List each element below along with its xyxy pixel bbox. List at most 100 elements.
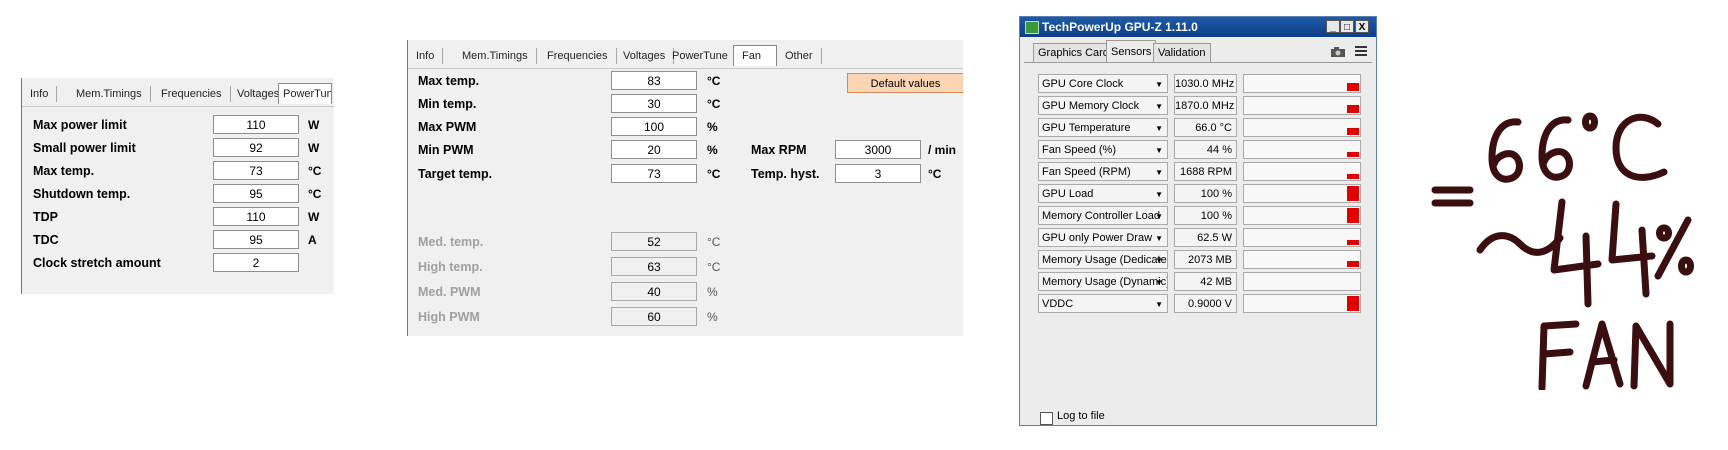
camera-icon[interactable] bbox=[1331, 46, 1345, 57]
clock-stretch-input[interactable]: 2 bbox=[213, 253, 299, 272]
tab-mem-timings[interactable]: Mem.Timings bbox=[68, 86, 151, 102]
tab-info[interactable]: Info bbox=[408, 48, 444, 64]
tab-mem-timings[interactable]: Mem.Timings bbox=[454, 48, 537, 64]
sensor-name-dropdown[interactable]: GPU Temperature ▼ bbox=[1038, 118, 1168, 137]
sensor-graph bbox=[1243, 140, 1361, 159]
tdp-input[interactable]: 110 bbox=[213, 207, 299, 226]
dropdown-arrow-icon: ▼ bbox=[1155, 234, 1163, 243]
sensor-value: 100 % bbox=[1174, 206, 1237, 225]
maximize-button[interactable]: □ bbox=[1340, 20, 1354, 33]
sensor-name-dropdown[interactable]: GPU Memory Clock ▼ bbox=[1038, 96, 1168, 115]
fan-max-temp-unit: °C bbox=[707, 74, 721, 88]
dropdown-arrow-icon: ▼ bbox=[1155, 190, 1163, 199]
sensor-graph-bar bbox=[1347, 128, 1359, 135]
sensor-value: 1870.0 MHz bbox=[1174, 96, 1237, 115]
sensor-value: 44 % bbox=[1174, 140, 1237, 159]
high-temp-label: High temp. bbox=[418, 260, 483, 274]
min-pwm-input[interactable]: 20 bbox=[611, 140, 697, 159]
target-temp-label: Target temp. bbox=[418, 167, 493, 181]
tab-frequencies[interactable]: Frequencies bbox=[153, 86, 231, 102]
temp-hyst-input[interactable]: 3 bbox=[835, 164, 921, 183]
sensor-graph-bar bbox=[1347, 261, 1359, 267]
tab-info[interactable]: Info bbox=[22, 86, 58, 102]
tab-sensors[interactable]: Sensors bbox=[1106, 40, 1157, 63]
tab-powertune[interactable]: PowerTune bbox=[664, 48, 737, 64]
fan-max-temp-input[interactable]: 83 bbox=[611, 71, 697, 90]
target-temp-input[interactable]: 73 bbox=[611, 164, 697, 183]
shutdown-temp-input[interactable]: 95 bbox=[213, 184, 299, 203]
max-rpm-input[interactable]: 3000 bbox=[835, 140, 921, 159]
max-power-limit-input[interactable]: 110 bbox=[213, 115, 299, 134]
high-temp-unit: °C bbox=[707, 260, 721, 274]
sensor-value: 42 MB bbox=[1174, 272, 1237, 291]
sensor-graph bbox=[1243, 74, 1361, 93]
tdp-unit: W bbox=[308, 210, 320, 224]
hw-n bbox=[1630, 320, 1674, 390]
gpuz-tab-divider bbox=[1024, 62, 1372, 63]
gpuz-title: TechPowerUp GPU-Z 1.11.0 bbox=[1042, 20, 1198, 34]
temp-hyst-label: Temp. hyst. bbox=[751, 167, 820, 181]
med-pwm-label: Med. PWM bbox=[418, 285, 481, 299]
max-temp-label: Max temp. bbox=[33, 164, 95, 178]
med-pwm-value: 40 bbox=[611, 282, 697, 301]
sensor-name-dropdown[interactable]: GPU Core Clock ▼ bbox=[1038, 74, 1168, 93]
sensor-graph bbox=[1243, 96, 1361, 115]
tdc-unit: A bbox=[308, 233, 317, 247]
sensor-graph bbox=[1243, 272, 1361, 291]
sensor-graph-bar bbox=[1347, 240, 1359, 245]
hw-four-1b bbox=[1582, 232, 1592, 308]
log-to-file-checkbox[interactable] bbox=[1040, 412, 1053, 425]
hw-percent-o2 bbox=[1678, 256, 1694, 276]
med-pwm-unit: % bbox=[707, 285, 718, 299]
gpuz-title-bar[interactable]: TechPowerUp GPU-Z 1.11.0 _ □ X bbox=[1020, 17, 1376, 37]
max-temp-input[interactable]: 73 bbox=[213, 161, 299, 180]
sensor-name-dropdown[interactable]: Memory Controller Load ▼ bbox=[1038, 206, 1168, 225]
sensor-graph-bar bbox=[1347, 105, 1359, 113]
hw-four-1 bbox=[1550, 198, 1602, 274]
log-to-file-label: Log to file bbox=[1057, 410, 1105, 422]
fan-min-temp-input[interactable]: 30 bbox=[611, 94, 697, 113]
tab-fan[interactable]: Fan bbox=[733, 45, 777, 66]
small-power-limit-input[interactable]: 92 bbox=[213, 138, 299, 157]
hw-percent-o1 bbox=[1656, 224, 1672, 242]
sensor-name-dropdown[interactable]: GPU only Power Draw ▼ bbox=[1038, 228, 1168, 247]
tab-validation[interactable]: Validation bbox=[1153, 43, 1211, 62]
sensor-name-dropdown[interactable]: Fan Speed (%) ▼ bbox=[1038, 140, 1168, 159]
minimize-button[interactable]: _ bbox=[1326, 20, 1340, 33]
clock-stretch-label: Clock stretch amount bbox=[33, 256, 161, 270]
tab-graphics-card[interactable]: Graphics Card bbox=[1033, 43, 1114, 62]
sensor-value: 62.5 W bbox=[1174, 228, 1237, 247]
sensor-name-label: Memory Usage (Dynamic) bbox=[1042, 276, 1168, 288]
sensor-name-dropdown[interactable]: Memory Usage (Dedicated) ▼ bbox=[1038, 250, 1168, 269]
sensor-name-dropdown[interactable]: GPU Load ▼ bbox=[1038, 184, 1168, 203]
sensor-name-label: Fan Speed (%) bbox=[1042, 144, 1116, 156]
tab-powertune[interactable]: PowerTune bbox=[278, 83, 332, 104]
handwriting-drawing bbox=[1431, 112, 1694, 390]
sensor-graph bbox=[1243, 162, 1361, 181]
max-pwm-input[interactable]: 100 bbox=[611, 117, 697, 136]
sensor-name-dropdown[interactable]: Memory Usage (Dynamic) ▼ bbox=[1038, 272, 1168, 291]
sensor-name-dropdown[interactable]: Fan Speed (RPM) ▼ bbox=[1038, 162, 1168, 181]
sensor-name-dropdown[interactable]: VDDC ▼ bbox=[1038, 294, 1168, 313]
hw-a bbox=[1582, 320, 1624, 390]
sensor-graph bbox=[1243, 294, 1361, 313]
sensor-value: 1688 RPM bbox=[1174, 162, 1237, 181]
max-rpm-label: Max RPM bbox=[751, 143, 807, 157]
sensor-value: 2073 MB bbox=[1174, 250, 1237, 269]
hw-c bbox=[1612, 113, 1668, 181]
handwritten-note bbox=[1420, 80, 1720, 390]
menu-icon[interactable] bbox=[1355, 45, 1367, 57]
fan-panel: Info Mem.Timings Frequencies Voltages Po… bbox=[407, 40, 963, 336]
shutdown-temp-label: Shutdown temp. bbox=[33, 187, 131, 201]
high-pwm-value: 60 bbox=[611, 307, 697, 326]
tab-frequencies[interactable]: Frequencies bbox=[539, 48, 617, 64]
high-pwm-unit: % bbox=[707, 310, 718, 324]
tdc-input[interactable]: 95 bbox=[213, 230, 299, 249]
sensor-graph bbox=[1243, 250, 1361, 269]
close-button[interactable]: X bbox=[1355, 20, 1369, 33]
med-temp-unit: °C bbox=[707, 235, 721, 249]
tab-other[interactable]: Other bbox=[777, 48, 822, 64]
default-values-button[interactable]: Default values bbox=[847, 73, 963, 93]
hw-f bbox=[1538, 320, 1580, 390]
max-temp-unit: °C bbox=[308, 164, 322, 178]
